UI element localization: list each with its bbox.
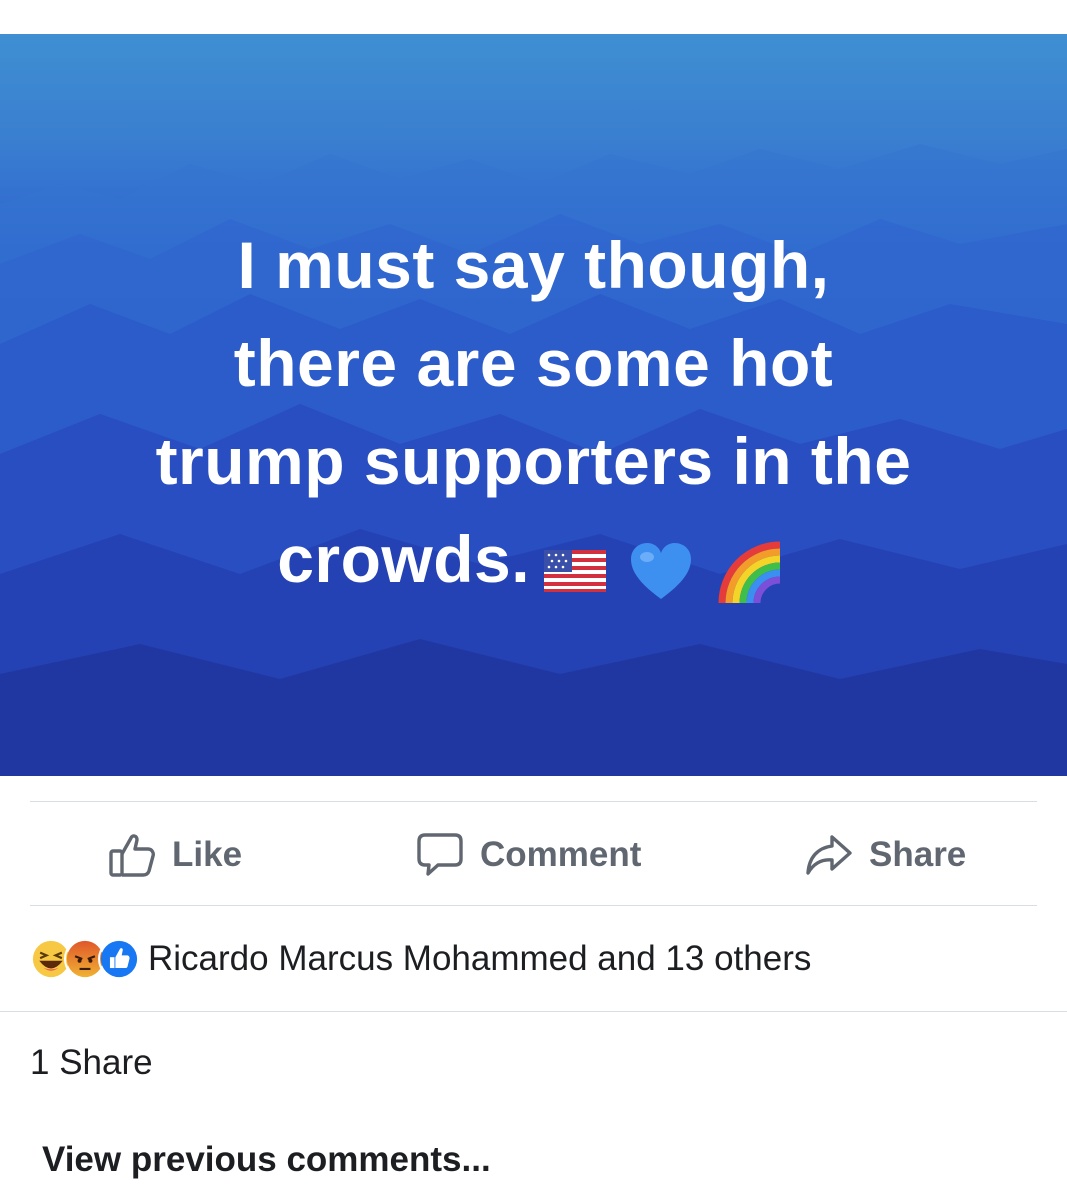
- post-text-line-4-text: crowds.: [277, 522, 531, 596]
- like-button[interactable]: Like: [108, 803, 242, 906]
- post-image[interactable]: I must say though, there are some hot tr…: [0, 34, 1067, 776]
- post-text-line-4: crowds.: [40, 510, 1027, 614]
- rainbow-emoji-icon: [718, 541, 781, 603]
- emoji-row: [544, 516, 790, 614]
- view-previous-comments-link[interactable]: View previous comments...: [42, 1140, 491, 1180]
- share-label: Share: [869, 834, 967, 874]
- comment-label: Comment: [480, 834, 642, 874]
- us-flag-emoji-icon: [544, 549, 607, 592]
- reaction-names-text: Ricardo Marcus Mohammed and 13 others: [148, 939, 812, 978]
- blue-heart-emoji-icon: [630, 542, 691, 599]
- thumbs-up-icon: [109, 833, 155, 877]
- comment-button[interactable]: Comment: [416, 803, 641, 906]
- reactions-summary[interactable]: Ricardo Marcus Mohammed and 13 others: [30, 906, 1037, 1012]
- post-text-line-3: trump supporters in the: [155, 424, 912, 498]
- shares-count[interactable]: 1 Share: [30, 1013, 1037, 1113]
- divider-top: [30, 801, 1037, 802]
- comment-bubble-icon: [417, 832, 463, 876]
- post-image-text: I must say though, there are some hot tr…: [40, 216, 1027, 614]
- post-text-line-1: I must say though,: [237, 228, 830, 302]
- top-strip: [0, 0, 1067, 34]
- share-arrow-icon: [806, 834, 852, 875]
- divider-bottom: [0, 1011, 1067, 1012]
- reaction-icons: [30, 938, 140, 980]
- like-reaction-icon: [98, 938, 140, 980]
- share-button[interactable]: Share: [805, 803, 966, 906]
- shares-count-text: 1 Share: [30, 1043, 153, 1082]
- like-label: Like: [172, 834, 243, 874]
- post-actions-bar: Like Comment Share: [30, 803, 1037, 906]
- post-text-line-2: there are some hot: [233, 326, 834, 400]
